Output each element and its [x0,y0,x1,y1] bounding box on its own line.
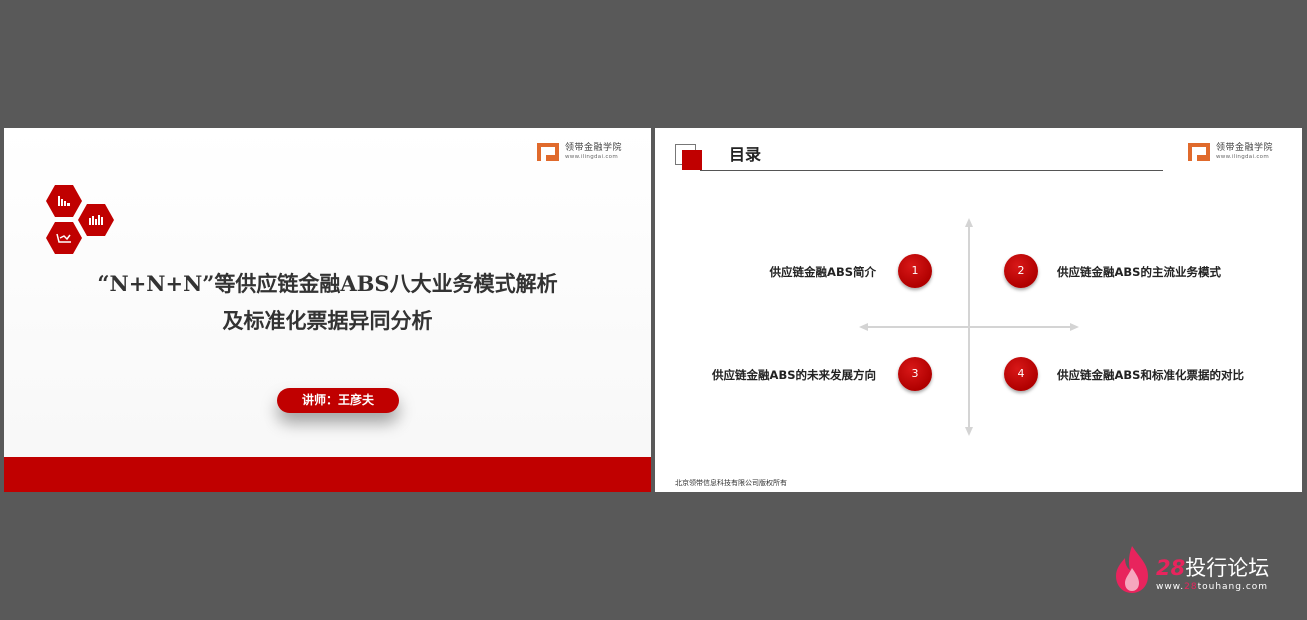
forum-name: 投行论坛 [1185,556,1270,580]
forum-url-prefix: www. [1156,582,1185,592]
toc-number-4: 4 [1004,357,1038,391]
presentation-title-line2: 及标准化票据异同分析 [222,308,433,333]
column-chart-hex-icon [78,204,114,236]
logo-url: www.ilingdai.com [1216,153,1269,160]
logo-url: www.ilingdai.com [565,153,618,160]
logo-icon [1188,143,1210,161]
toc-item-1[interactable]: 供应链金融ABS简介 [770,264,876,280]
logo-name: 领带金融学院 [565,142,623,153]
quadrant-axes [859,218,1079,436]
copyright-footer: 北京领带信息科技有限公司版权所有 [675,479,787,487]
heading-accent-square [682,150,702,170]
toc-number-2: 2 [1004,254,1038,288]
logo-icon [537,143,559,161]
bar-chart-hex-icon [46,185,82,217]
footer-bar [4,457,651,492]
toc-heading: 目录 [729,145,762,164]
forum-url: www.28touhang.com [1156,582,1268,592]
flame-logo-icon [1116,546,1148,593]
forum-watermark: 28投行论坛 www.28touhang.com [1112,544,1282,596]
title-slide[interactable]: 领带金融学院 www.ilingdai.com “N+N+N”等供应链金融ABS… [4,128,651,492]
speaker-badge: 讲师：王彦夫 [277,388,399,413]
toc-item-4[interactable]: 供应链金融ABS和标准化票据的对比 [1057,367,1244,383]
forum-url-domain: touhang.com [1197,582,1269,592]
presentation-title-line1: “N+N+N”等供应链金融ABS八大业务模式解析 [97,271,558,296]
trend-chart-hex-icon [46,222,82,254]
logo-name: 领带金融学院 [1216,142,1274,153]
toc-item-3[interactable]: 供应链金融ABS的未来发展方向 [712,367,876,383]
brand-logo: 领带金融学院 www.ilingdai.com [537,143,622,161]
heading-divider [700,170,1163,171]
forum-title: 28投行论坛 [1156,552,1269,582]
toc-slide[interactable]: 目录 领带金融学院 www.ilingdai.com 1 供应链金融ABS简介 … [655,128,1302,492]
forum-url-number: 28 [1184,582,1198,592]
forum-number: 28 [1156,556,1186,580]
toc-item-2[interactable]: 供应链金融ABS的主流业务模式 [1057,264,1221,280]
toc-number-1: 1 [898,254,932,288]
brand-logo: 领带金融学院 www.ilingdai.com [1188,143,1273,161]
toc-number-3: 3 [898,357,932,391]
